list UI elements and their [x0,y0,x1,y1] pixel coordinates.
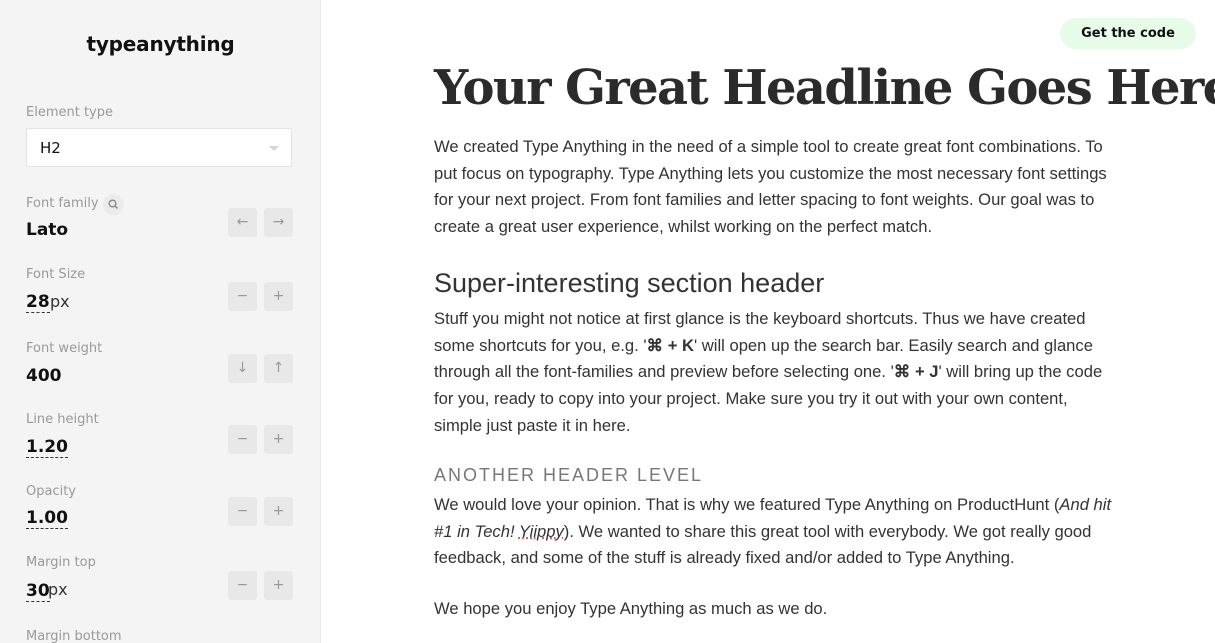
next-font-button[interactable]: → [264,208,293,237]
font-size-unit: px [50,292,70,311]
margin-top-increase-button[interactable]: + [264,571,293,600]
text-span: We would love your opinion. That is why … [434,495,1060,514]
margin-top-decrease-button[interactable]: − [228,571,257,600]
opacity-label: Opacity [26,484,77,499]
get-code-button[interactable]: Get the code [1060,18,1196,49]
font-size-input[interactable]: 28 [26,293,50,313]
font-weight-increase-button[interactable]: ↑ [264,354,293,383]
font-search-button[interactable] [103,194,124,215]
element-type-label: Element type [26,105,113,120]
line-height-decrease-button[interactable]: − [228,425,257,454]
line-height-increase-button[interactable]: + [264,425,293,454]
font-size-decrease-button[interactable]: − [228,282,257,311]
previous-font-button[interactable]: ← [228,208,257,237]
plus-icon: + [272,431,285,447]
minus-icon: − [236,503,249,519]
margin-top-unit: px [48,580,68,599]
preview-sub-header[interactable]: ANOTHER HEADER LEVEL [434,465,703,486]
arrow-right-icon: → [272,214,285,230]
arrow-down-icon: ↓ [236,360,249,376]
margin-bottom-label: Margin bottom [26,629,122,643]
font-weight-value: 400 [26,366,62,386]
shortcut-search: ⌘ + K [646,335,695,355]
shortcut-code: ⌘ + J [893,362,939,382]
opacity-decrease-button[interactable]: − [228,497,257,526]
margin-top-input[interactable]: 30 [26,582,50,602]
plus-icon: + [272,288,285,304]
line-height-label: Line height [26,412,99,427]
misspelled-word: Yiippy [518,521,564,541]
preview-headline[interactable]: Your Great Headline Goes Here [434,60,1215,116]
font-weight-label: Font weight [26,341,103,356]
opacity-input[interactable]: 1.00 [26,509,68,529]
preview-section-paragraph[interactable]: Stuff you might not notice at first glan… [434,306,1114,440]
minus-icon: − [236,288,249,304]
preview-intro-paragraph[interactable]: We created Type Anything in the need of … [434,134,1114,241]
minus-icon: − [236,431,249,447]
plus-icon: + [272,577,285,593]
font-family-value: Lato [26,220,69,240]
settings-sidebar: typeanything Element type H2 Font family… [0,0,321,643]
chevron-down-icon [269,146,279,151]
element-type-value: H2 [40,139,61,157]
app-logo[interactable]: typeanything [0,32,320,56]
margin-top-label: Margin top [26,555,96,570]
preview-closing-paragraph[interactable]: We hope you enjoy Type Anything as much … [434,596,1114,623]
plus-icon: + [272,503,285,519]
element-type-select[interactable]: H2 [26,128,292,167]
minus-icon: − [236,577,249,593]
line-height-input[interactable]: 1.20 [26,438,68,458]
search-icon [108,199,119,210]
font-family-label: Font family [26,196,99,211]
arrow-up-icon: ↑ [272,360,285,376]
arrow-left-icon: ← [236,214,249,230]
font-size-label: Font Size [26,267,86,282]
preview-section-header[interactable]: Super-interesting section header [434,268,824,299]
opacity-increase-button[interactable]: + [264,497,293,526]
font-weight-decrease-button[interactable]: ↓ [228,354,257,383]
preview-opinion-paragraph[interactable]: We would love your opinion. That is why … [434,492,1114,572]
font-size-increase-button[interactable]: + [264,282,293,311]
